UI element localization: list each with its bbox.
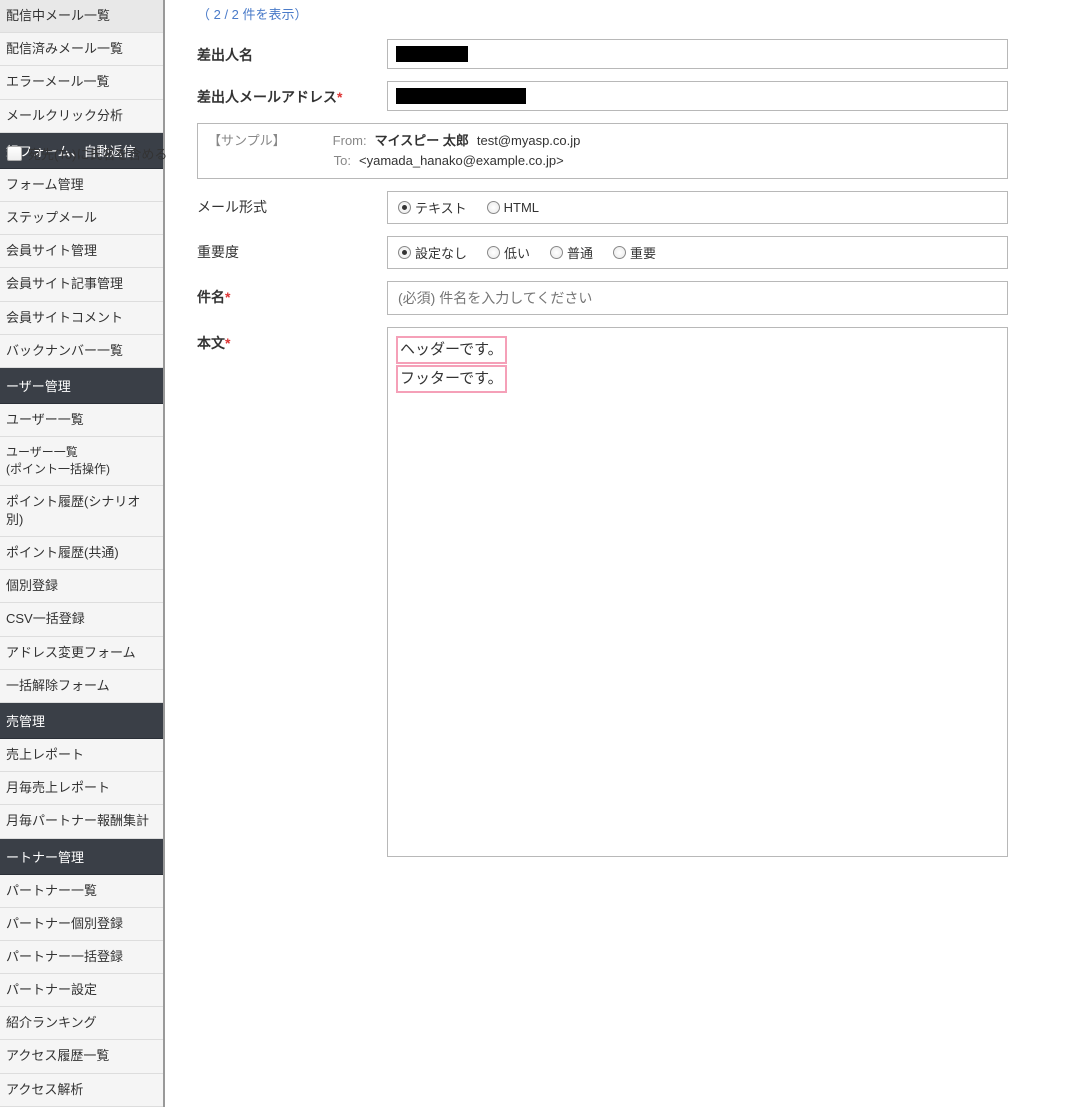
radio-icon <box>550 246 563 259</box>
mail-format-label: メール形式 <box>197 191 387 217</box>
priority-low-option[interactable]: 低い <box>487 243 530 262</box>
sender-email-label: 差出人メールアドレス* <box>197 81 387 107</box>
to-include-name-checkbox[interactable] <box>7 146 22 161</box>
priority-label: 重要度 <box>197 236 387 262</box>
sidebar-section-sales: 売管理 <box>0 703 163 739</box>
radio-icon <box>487 201 500 214</box>
sidebar-item[interactable]: 個別登録 <box>0 570 163 603</box>
sidebar-item[interactable]: パートナー一括登録 <box>0 941 163 974</box>
sample-label: 【サンプル】 <box>208 130 286 149</box>
sidebar-item[interactable]: 配信中メール一覧 <box>0 0 163 33</box>
sidebar-section-user: ーザー管理 <box>0 368 163 404</box>
sidebar-item[interactable]: 月毎売上レポート <box>0 772 163 805</box>
priority-normal-option[interactable]: 普通 <box>550 243 593 262</box>
sidebar-item[interactable]: CSV一括登録 <box>0 603 163 636</box>
sidebar-item[interactable]: バックナンバー一覧 <box>0 335 163 368</box>
priority-none-option[interactable]: 設定なし <box>398 243 467 262</box>
sample-box: 【サンプル】 From: マイスピー 太郎 test@myasp.co.jp T… <box>197 123 1008 179</box>
sample-to-value: <yamada_hanako@example.co.jp> <box>359 153 564 168</box>
radio-icon <box>487 246 500 259</box>
body-footer-highlight: フッターです。 <box>396 365 507 393</box>
sample-from-name: マイスピー 太郎 <box>375 130 469 149</box>
sender-name-label: 差出人名 <box>197 39 387 65</box>
sidebar-item[interactable]: 一括解除フォーム <box>0 670 163 703</box>
sample-from-email: test@myasp.co.jp <box>477 133 581 148</box>
sidebar-item[interactable]: 月毎パートナー報酬集計 <box>0 805 163 838</box>
sender-email-input[interactable] <box>387 81 1008 111</box>
sidebar-item[interactable]: アクセス解析 <box>0 1074 163 1107</box>
sidebar-item[interactable]: 紹介ランキング <box>0 1007 163 1040</box>
mail-format-radio-group: テキスト HTML <box>387 191 1008 224</box>
sidebar-item[interactable]: 会員サイト管理 <box>0 235 163 268</box>
to-checkbox-label: 宛先(To)に氏名を含める <box>28 144 167 163</box>
sample-to-label: To: <box>306 153 351 168</box>
sidebar-item[interactable]: パートナー個別登録 <box>0 908 163 941</box>
subject-input[interactable] <box>387 281 1008 315</box>
sidebar-item[interactable]: パートナー一覧 <box>0 875 163 908</box>
sidebar-item[interactable]: 会員サイトコメント <box>0 302 163 335</box>
sidebar-item[interactable]: 配信済みメール一覧 <box>0 33 163 66</box>
sidebar-item[interactable]: 売上レポート <box>0 739 163 772</box>
radio-icon <box>398 201 411 214</box>
radio-icon <box>613 246 626 259</box>
sidebar-item[interactable]: ステップメール <box>0 202 163 235</box>
mail-format-html-option[interactable]: HTML <box>487 200 539 215</box>
mail-format-text-option[interactable]: テキスト <box>398 198 467 217</box>
sidebar-item[interactable]: アドレス変更フォーム <box>0 637 163 670</box>
main-content: （ 2 / 2 件を表示） 差出人名 差出人メールアドレス* 宛先(To)に氏名… <box>165 0 1078 1107</box>
sidebar-item[interactable]: ポイント履歴(共通) <box>0 537 163 570</box>
radio-icon <box>398 246 411 259</box>
priority-high-option[interactable]: 重要 <box>613 243 656 262</box>
body-textarea[interactable]: ヘッダーです。 フッターです。 <box>387 327 1008 857</box>
subject-label: 件名* <box>197 281 387 307</box>
sidebar-item[interactable]: ユーザー一覧 (ポイント一括操作) <box>0 437 163 486</box>
sidebar-section-partner: ートナー管理 <box>0 839 163 875</box>
body-label: 本文* <box>197 327 387 353</box>
sidebar-item[interactable]: エラーメール一覧 <box>0 66 163 99</box>
sidebar-item[interactable]: ユーザー一覧 <box>0 404 163 437</box>
sidebar-item[interactable]: パートナー設定 <box>0 974 163 1007</box>
count-text: （ 2 / 2 件を表示） <box>197 0 1078 39</box>
sample-from-label: From: <box>322 133 367 148</box>
sidebar-item[interactable]: アクセス履歴一覧 <box>0 1040 163 1073</box>
priority-radio-group: 設定なし 低い 普通 重要 <box>387 236 1008 269</box>
sidebar-item[interactable]: 会員サイト記事管理 <box>0 268 163 301</box>
sender-name-input[interactable] <box>387 39 1008 69</box>
sidebar-item[interactable]: ポイント履歴(シナリオ別) <box>0 486 163 537</box>
body-header-highlight: ヘッダーです。 <box>396 336 507 364</box>
